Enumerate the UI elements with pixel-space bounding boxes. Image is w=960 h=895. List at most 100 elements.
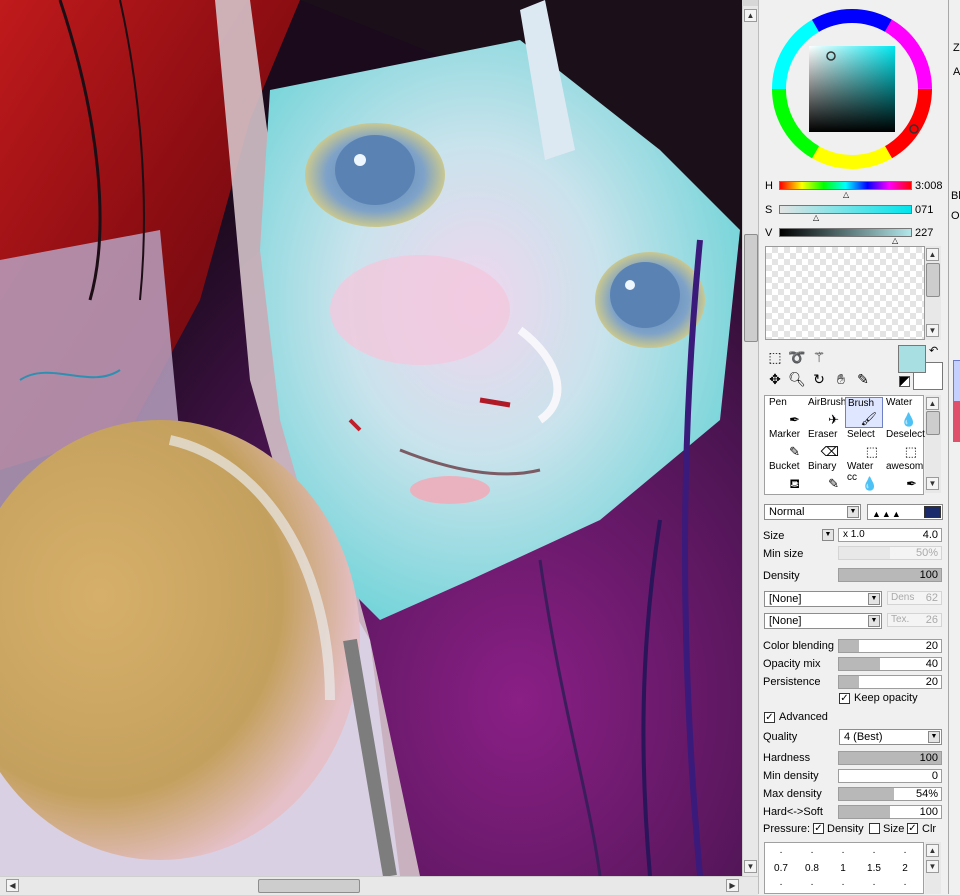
chevron-down-icon: ▼ bbox=[868, 615, 880, 627]
pressure-density-checkbox[interactable]: ✓ bbox=[813, 823, 824, 834]
awesome-icon: ✒ bbox=[906, 476, 917, 491]
min-density-label: Min density bbox=[763, 770, 819, 782]
tool-marker[interactable]: Marker ✎ bbox=[767, 429, 805, 460]
hard-soft-slider[interactable]: 100 bbox=[838, 805, 942, 819]
canvas-vertical-scrollbar[interactable]: ▲ ▼ bbox=[742, 6, 759, 876]
min-size-slider[interactable]: 50% bbox=[838, 546, 942, 560]
flat-brush-shape-icon[interactable] bbox=[924, 506, 941, 518]
tool-grid-scroll-thumb[interactable] bbox=[926, 411, 940, 435]
tool-label: Binary bbox=[808, 461, 837, 472]
hand-icon[interactable]: ✋︎ bbox=[832, 370, 850, 388]
density-slider[interactable]: 100 bbox=[838, 568, 942, 582]
size-presets-scroll-up[interactable]: ▲ bbox=[926, 844, 939, 857]
swap-colors-icon[interactable]: ↶ bbox=[929, 344, 938, 357]
layer-thumbnail-edge[interactable] bbox=[953, 402, 960, 442]
tool-brush[interactable]: Brush 🖌︎ bbox=[845, 397, 883, 428]
tool-airbrush[interactable]: AirBrush ✈ bbox=[806, 397, 846, 428]
magic-wand-icon[interactable]: ⚚ bbox=[810, 348, 828, 366]
size-preset-dot: · bbox=[779, 879, 783, 890]
size-preset[interactable]: 0.8 bbox=[796, 863, 828, 874]
canvas-horizontal-scrollbar[interactable]: ◀ ▶ bbox=[0, 876, 758, 895]
max-density-slider[interactable]: 54% bbox=[838, 787, 942, 801]
pressure-size-checkbox[interactable] bbox=[869, 823, 880, 834]
scratchpad-scroll-thumb[interactable] bbox=[926, 263, 940, 297]
color-scratchpad[interactable] bbox=[765, 246, 925, 340]
tool-binary[interactable]: Binary ✎ bbox=[806, 461, 844, 492]
size-dropdown-button[interactable]: ▼ bbox=[822, 529, 834, 541]
foreground-color-swatch[interactable] bbox=[898, 345, 926, 373]
scroll-down-button[interactable]: ▼ bbox=[744, 860, 757, 873]
texture-2-strength[interactable]: Tex. 26 bbox=[887, 613, 942, 627]
tool-label: Water bbox=[886, 397, 913, 408]
vertical-scroll-thumb[interactable] bbox=[744, 234, 758, 342]
tool-water[interactable]: Water 💧 bbox=[884, 397, 922, 428]
zoom-icon[interactable]: 🔍︎ bbox=[788, 370, 806, 388]
hardness-slider[interactable]: 100 bbox=[838, 751, 942, 765]
scratchpad-scrollbar[interactable]: ▲ ▼ bbox=[925, 246, 941, 340]
scroll-right-button[interactable]: ▶ bbox=[726, 879, 739, 892]
tool-bucket[interactable]: Bucket ⛾ bbox=[767, 461, 805, 492]
scroll-left-button[interactable]: ◀ bbox=[6, 879, 19, 892]
blend-mode-select[interactable]: Normal ▼ bbox=[764, 504, 861, 520]
tool-eraser[interactable]: Eraser ⌫ bbox=[806, 429, 844, 460]
color-wheel[interactable] bbox=[769, 6, 935, 172]
scratchpad-scroll-up[interactable]: ▲ bbox=[926, 248, 939, 261]
color-blending-slider[interactable]: 20 bbox=[838, 639, 942, 653]
selected-layer-edge[interactable] bbox=[953, 360, 960, 402]
move-icon[interactable]: ✥ bbox=[766, 370, 784, 388]
scratchpad-scroll-down[interactable]: ▼ bbox=[926, 324, 939, 337]
quality-label: Quality bbox=[763, 731, 798, 743]
brush-icon: 🖌︎ bbox=[860, 411, 877, 426]
tool-label: Marker bbox=[769, 429, 801, 440]
size-preset[interactable]: 1 bbox=[827, 863, 859, 874]
rotate-icon[interactable]: ↻ bbox=[810, 370, 828, 388]
hard-soft-fill bbox=[839, 806, 890, 818]
brush-shape-selector[interactable]: ▲▲▲ bbox=[867, 504, 943, 520]
quality-select[interactable]: 4 (Best) ▼ bbox=[839, 729, 942, 745]
reset-colors-icon[interactable] bbox=[899, 376, 910, 387]
texture-select-1[interactable]: [None] ▼ bbox=[764, 591, 882, 607]
size-preset[interactable]: 0.7 bbox=[765, 863, 797, 874]
drawing-canvas[interactable] bbox=[0, 0, 742, 876]
size-preset[interactable]: 2 bbox=[889, 863, 921, 874]
size-field[interactable]: x 1.0 4.0 bbox=[838, 528, 942, 542]
saturation-slider[interactable] bbox=[779, 205, 912, 214]
opacity-mix-slider[interactable]: 40 bbox=[838, 657, 942, 671]
tool-water-cc[interactable]: Water cc 💧 bbox=[845, 461, 883, 492]
tool-grid-scroll-up[interactable]: ▲ bbox=[926, 397, 939, 410]
min-density-slider[interactable]: 0 bbox=[838, 769, 942, 783]
texture-select-2[interactable]: [None] ▼ bbox=[764, 613, 882, 629]
advanced-checkbox[interactable]: ✓ bbox=[764, 712, 775, 723]
density-value: 100 bbox=[919, 569, 938, 581]
scroll-up-button[interactable]: ▲ bbox=[744, 9, 757, 22]
tool-label: awesom bbox=[886, 461, 924, 472]
artwork bbox=[0, 0, 742, 876]
lasso-select-icon[interactable]: ➰ bbox=[788, 348, 806, 366]
tool-grid-scrollbar[interactable]: ▲ ▼ bbox=[925, 395, 941, 493]
horizontal-scroll-thumb[interactable] bbox=[258, 879, 360, 893]
size-preset-dot: · bbox=[872, 879, 876, 890]
marker-icon: ✎ bbox=[789, 444, 800, 459]
tool-pen[interactable]: Pen ✒ bbox=[767, 397, 805, 428]
hue-slider[interactable] bbox=[779, 181, 912, 190]
tool-awesom[interactable]: awesom ✒ bbox=[884, 461, 924, 492]
tool-grid-scroll-down[interactable]: ▼ bbox=[926, 477, 939, 490]
opacity-mix-fill bbox=[839, 658, 880, 670]
hue-slider-marker: △ bbox=[843, 190, 850, 199]
keep-opacity-checkbox[interactable]: ✓ bbox=[839, 693, 850, 704]
rectangle-select-icon[interactable]: ⬚ bbox=[766, 348, 784, 366]
persistence-slider[interactable]: 20 bbox=[838, 675, 942, 689]
tool-deselect[interactable]: Deselect ⬚ bbox=[884, 429, 925, 460]
tool-select[interactable]: Select ⬚ bbox=[845, 429, 883, 460]
layer-panel-edge: Z A Bl O bbox=[948, 0, 960, 894]
eyedropper-icon[interactable]: ✎ bbox=[854, 370, 872, 388]
size-presets-scrollbar[interactable]: ▲ ▼ bbox=[925, 842, 941, 894]
size-presets-scroll-down[interactable]: ▼ bbox=[926, 860, 939, 873]
edge-label-bl: Bl bbox=[951, 190, 960, 202]
min-size-value: 50% bbox=[915, 547, 938, 559]
persistence-value: 20 bbox=[925, 676, 938, 688]
pressure-clr-checkbox[interactable]: ✓ bbox=[907, 823, 918, 834]
select-icon: ⬚ bbox=[865, 444, 878, 459]
texture-1-density[interactable]: Dens 62 bbox=[887, 591, 942, 605]
size-preset[interactable]: 1.5 bbox=[858, 863, 890, 874]
